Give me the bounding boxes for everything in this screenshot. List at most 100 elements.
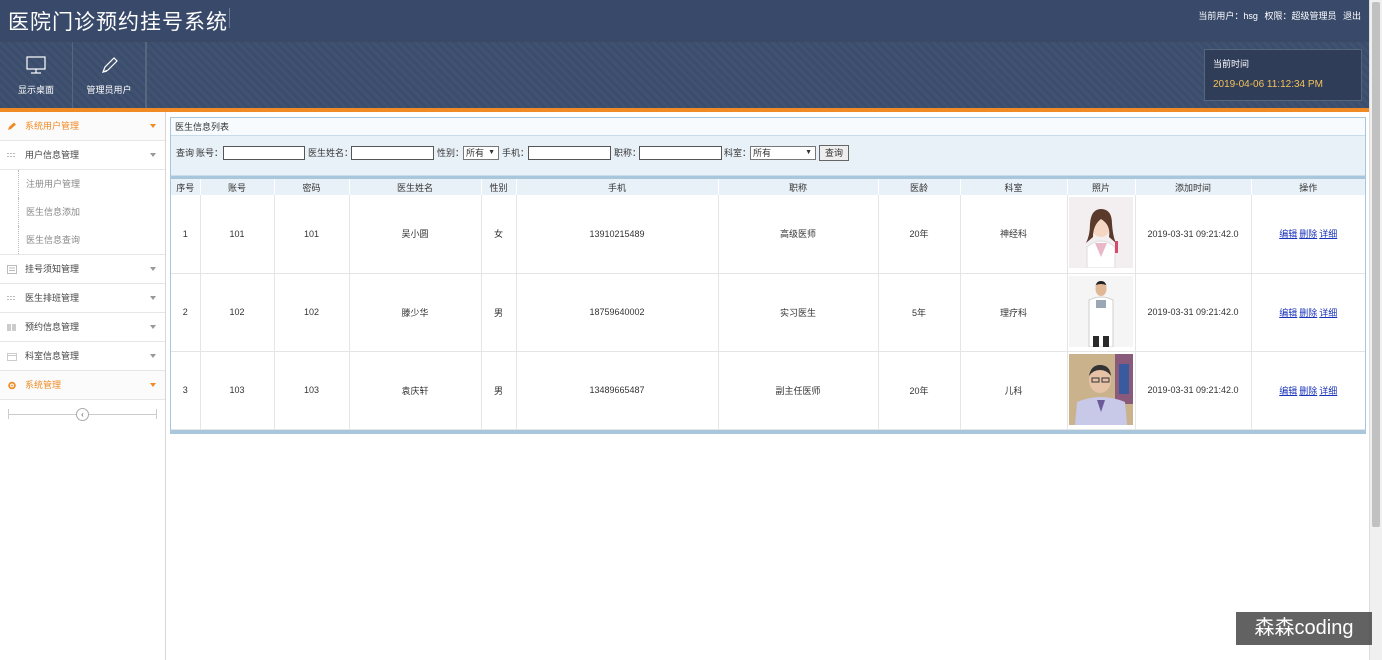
column-header: 性别 <box>481 179 517 195</box>
column-header: 手机 <box>516 179 719 195</box>
panel-title: 医生信息列表 <box>171 118 1365 136</box>
cell-added-time: 2019-03-31 09:21:42.0 <box>1135 273 1252 352</box>
list-icon <box>7 153 15 157</box>
sidebar-item-departments[interactable]: 科室信息管理 <box>0 342 165 371</box>
page-scrollbar[interactable] <box>1369 0 1382 660</box>
header-top: 医院门诊预约挂号系统 当前用户：hsg 权限：超级管理员 退出 <box>0 0 1369 40</box>
sidebar-item-system-users[interactable]: 系统用户管理 <box>0 112 165 141</box>
column-header: 医生姓名 <box>349 179 482 195</box>
sidebar-item-user-info[interactable]: 用户信息管理 <box>0 141 165 170</box>
cell-gender: 男 <box>481 273 517 352</box>
cell-years: 5年 <box>878 273 961 352</box>
column-header: 职称 <box>718 179 879 195</box>
header-nav: 显示桌面 管理员用户 当前时间 2019-04-06 11:12:34 PM <box>0 42 1369 108</box>
divider-end <box>8 409 9 419</box>
cell-department: 儿科 <box>960 351 1068 430</box>
sidebar-item-label: 医生排班管理 <box>25 293 80 303</box>
senior-doctor-photo <box>1069 353 1133 425</box>
delete-link[interactable]: 删除 <box>1299 229 1317 239</box>
sidebar-submenu: 注册用户管理 医生信息添加 医生信息查询 <box>0 170 165 255</box>
edit-link[interactable]: 编辑 <box>1279 229 1297 239</box>
query-button[interactable]: 查询 <box>819 145 850 161</box>
query-prefix: 查询 <box>176 148 195 158</box>
column-header: 账号 <box>200 179 275 195</box>
sidebar-item-label: 系统用户管理 <box>25 121 80 131</box>
edit-link[interactable]: 编辑 <box>1279 308 1297 318</box>
cell-photo <box>1067 273 1136 352</box>
sidebar-item-label: 挂号须知管理 <box>25 264 80 274</box>
collapse-sidebar-button[interactable]: ‹ <box>76 408 89 421</box>
sidebar-item-registration-notice[interactable]: 挂号须知管理 <box>0 255 165 284</box>
cell-department: 理疗科 <box>960 273 1068 352</box>
doctor-table: 序号 账号 密码 医生姓名 性别 手机 职称 医龄 科室 照片 添加时间 操作 … <box>171 179 1365 430</box>
sidebar-item-doctor-schedule[interactable]: 医生排班管理 <box>0 284 165 313</box>
account-label: 账号： <box>196 148 224 158</box>
nav-show-desktop[interactable]: 显示桌面 <box>0 42 73 108</box>
title-divider <box>229 8 230 28</box>
table-row: 2 102 102 滕少华 男 18759640002 实习医生 5年 理疗科 <box>171 273 1365 352</box>
sidebar-subitem-add-doctor[interactable]: 医生信息添加 <box>0 198 165 226</box>
chevron-down-icon: ▼ <box>805 149 812 156</box>
cell-operations: 编辑 删除 详细 <box>1251 273 1365 352</box>
phone-input[interactable] <box>528 146 611 160</box>
nav-admin-user[interactable]: 管理员用户 <box>73 42 146 108</box>
sidebar-item-appointments[interactable]: 预约信息管理 <box>0 313 165 342</box>
nav-show-desktop-label: 显示桌面 <box>17 85 54 95</box>
sidebar-item-label: 科室信息管理 <box>25 351 80 361</box>
sidebar-item-label: 系统管理 <box>25 380 62 390</box>
table-header-row: 序号 账号 密码 医生姓名 性别 手机 职称 医龄 科室 照片 添加时间 操作 <box>171 179 1365 195</box>
detail-link[interactable]: 详细 <box>1319 308 1337 318</box>
delete-link[interactable]: 删除 <box>1299 308 1317 318</box>
department-label: 科室： <box>724 148 752 158</box>
doctor-name-input[interactable] <box>351 146 434 160</box>
sidebar: 系统用户管理 用户信息管理 注册用户管理 医生信息添加 医生信息查询 挂号须知管… <box>0 112 166 660</box>
header: 医院门诊预约挂号系统 当前用户：hsg 权限：超级管理员 退出 显示桌面 管理员… <box>0 0 1369 110</box>
chevron-down-icon <box>150 124 156 128</box>
cell-department: 神经科 <box>960 195 1068 274</box>
detail-link[interactable]: 详细 <box>1319 229 1337 239</box>
nav-separator <box>146 42 147 108</box>
calendar-icon <box>7 353 17 361</box>
department-select[interactable]: 所有 ▼ <box>750 146 816 160</box>
male-doctor-photo <box>1069 275 1133 347</box>
pencil-icon <box>101 57 118 74</box>
accent-divider <box>0 108 1369 112</box>
logout-link[interactable]: 退出 <box>1343 11 1361 21</box>
account-input[interactable] <box>223 146 305 160</box>
current-time-label: 当前时间 <box>1213 59 1250 69</box>
cell-years: 20年 <box>878 351 961 430</box>
cell-photo <box>1067 351 1136 430</box>
cell-gender: 女 <box>481 195 517 274</box>
edit-link[interactable]: 编辑 <box>1279 386 1297 396</box>
cell-account: 102 <box>200 273 275 352</box>
current-time-value: 2019-04-06 11:12:34 PM <box>1213 79 1323 90</box>
column-header: 照片 <box>1067 179 1136 195</box>
cell-operations: 编辑 删除 详细 <box>1251 195 1365 274</box>
cell-title: 实习医生 <box>718 273 879 352</box>
app-title: 医院门诊预约挂号系统 <box>8 11 228 34</box>
detail-link[interactable]: 详细 <box>1319 386 1337 396</box>
cell-title: 高级医师 <box>718 195 879 274</box>
sidebar-subitem-registered-users[interactable]: 注册用户管理 <box>0 170 165 198</box>
sidebar-subitem-query-doctor[interactable]: 医生信息查询 <box>0 226 165 254</box>
cell-account: 103 <box>200 351 275 430</box>
delete-link[interactable]: 删除 <box>1299 386 1317 396</box>
document-icon <box>7 265 17 274</box>
table-bottom-bar <box>171 430 1365 433</box>
chevron-down-icon <box>150 383 156 387</box>
gender-select[interactable]: 所有 ▼ <box>463 146 499 160</box>
sidebar-item-system-management[interactable]: 系统管理 <box>0 371 165 400</box>
user-role: 权限：超级管理员 <box>1264 11 1337 21</box>
scrollbar-thumb[interactable] <box>1372 2 1380 527</box>
watermark: 森森coding <box>1236 612 1372 645</box>
column-header: 密码 <box>274 179 350 195</box>
sidebar-item-label: 预约信息管理 <box>25 322 80 332</box>
title-input[interactable] <box>639 146 722 160</box>
cell-phone: 18759640002 <box>516 273 719 352</box>
cell-password: 102 <box>274 273 350 352</box>
doctor-name-label: 医生姓名： <box>308 148 354 158</box>
cell-password: 101 <box>274 195 350 274</box>
grid-icon <box>7 324 16 331</box>
nav-admin-user-label: 管理员用户 <box>86 85 132 95</box>
cell-account: 101 <box>200 195 275 274</box>
